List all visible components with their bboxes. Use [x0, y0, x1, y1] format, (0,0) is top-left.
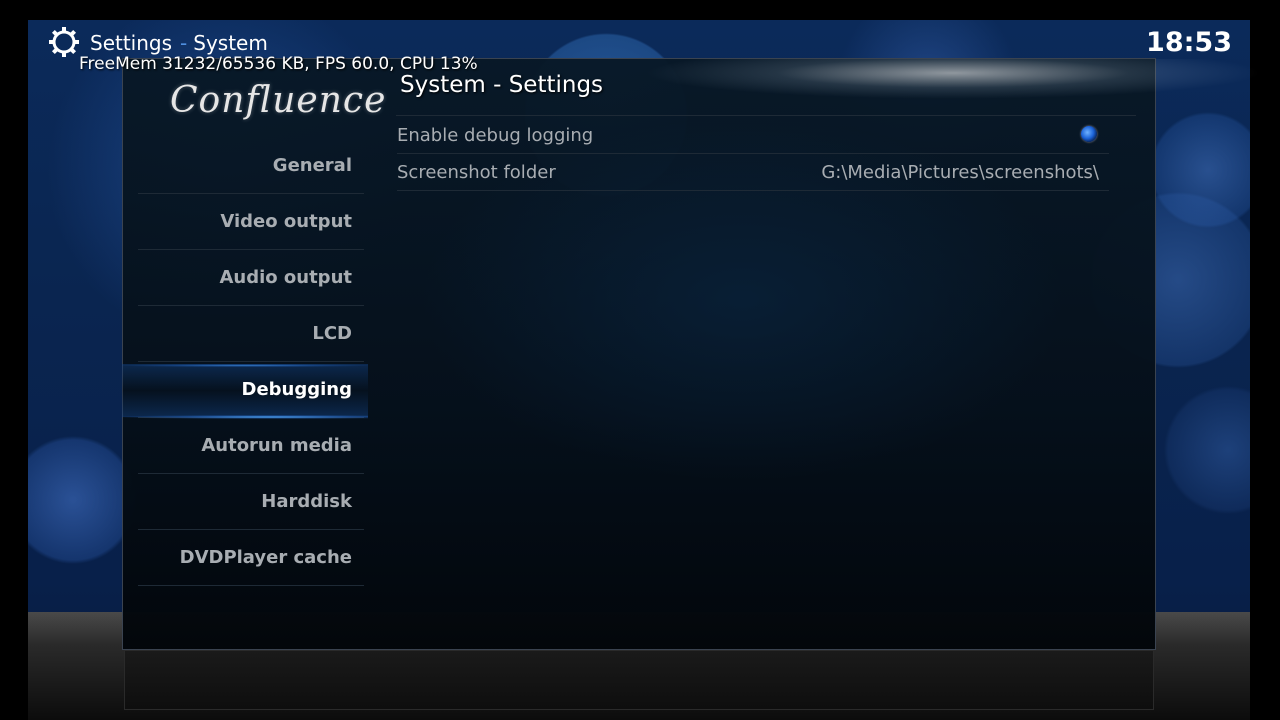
gear-icon [49, 27, 79, 57]
panel-reflection [124, 650, 1154, 710]
panel-glow [643, 59, 1263, 99]
setting-enable-debug-logging[interactable]: Enable debug logging [397, 117, 1109, 154]
divider [396, 115, 1136, 116]
sidebar-item-video-output[interactable]: Video output [138, 194, 364, 250]
sidebar-item-label: Debugging [241, 379, 353, 400]
sidebar: General Video output Audio output LCD De… [122, 138, 368, 586]
window-title: Settings - System [90, 31, 268, 55]
page-title: System - Settings [400, 72, 604, 98]
clock: 18:53 [1146, 27, 1232, 58]
setting-value: G:\Media\Pictures\screenshots\ [821, 162, 1099, 183]
sidebar-item-label: DVDPlayer cache [179, 547, 352, 568]
title-separator: - [180, 31, 188, 55]
sidebar-item-dvdplayer-cache[interactable]: DVDPlayer cache [138, 530, 364, 586]
setting-screenshot-folder[interactable]: Screenshot folder G:\Media\Pictures\scre… [397, 154, 1109, 191]
sidebar-item-label: General [272, 155, 352, 176]
sidebar-item-label: Audio output [219, 267, 352, 288]
sidebar-item-debugging[interactable]: Debugging [122, 362, 368, 419]
sidebar-item-general[interactable]: General [138, 138, 364, 194]
sidebar-item-lcd[interactable]: LCD [138, 306, 364, 362]
sidebar-item-autorun-media[interactable]: Autorun media [138, 418, 364, 474]
setting-label: Enable debug logging [397, 125, 594, 146]
debug-info: FreeMem 31232/65536 KB, FPS 60.0, CPU 13… [79, 54, 478, 74]
sidebar-item-label: Video output [220, 211, 352, 232]
sidebar-item-label: Harddisk [261, 491, 352, 512]
setting-label: Screenshot folder [397, 162, 556, 183]
radio-button[interactable] [1081, 126, 1097, 142]
section-label: Settings [90, 31, 173, 55]
sidebar-item-label: LCD [312, 323, 352, 344]
sidebar-item-label: Autorun media [201, 435, 352, 456]
sidebar-item-harddisk[interactable]: Harddisk [138, 474, 364, 530]
subsection-label: System [193, 31, 268, 55]
sidebar-item-audio-output[interactable]: Audio output [138, 250, 364, 306]
confluence-logo: Confluence [170, 80, 387, 121]
